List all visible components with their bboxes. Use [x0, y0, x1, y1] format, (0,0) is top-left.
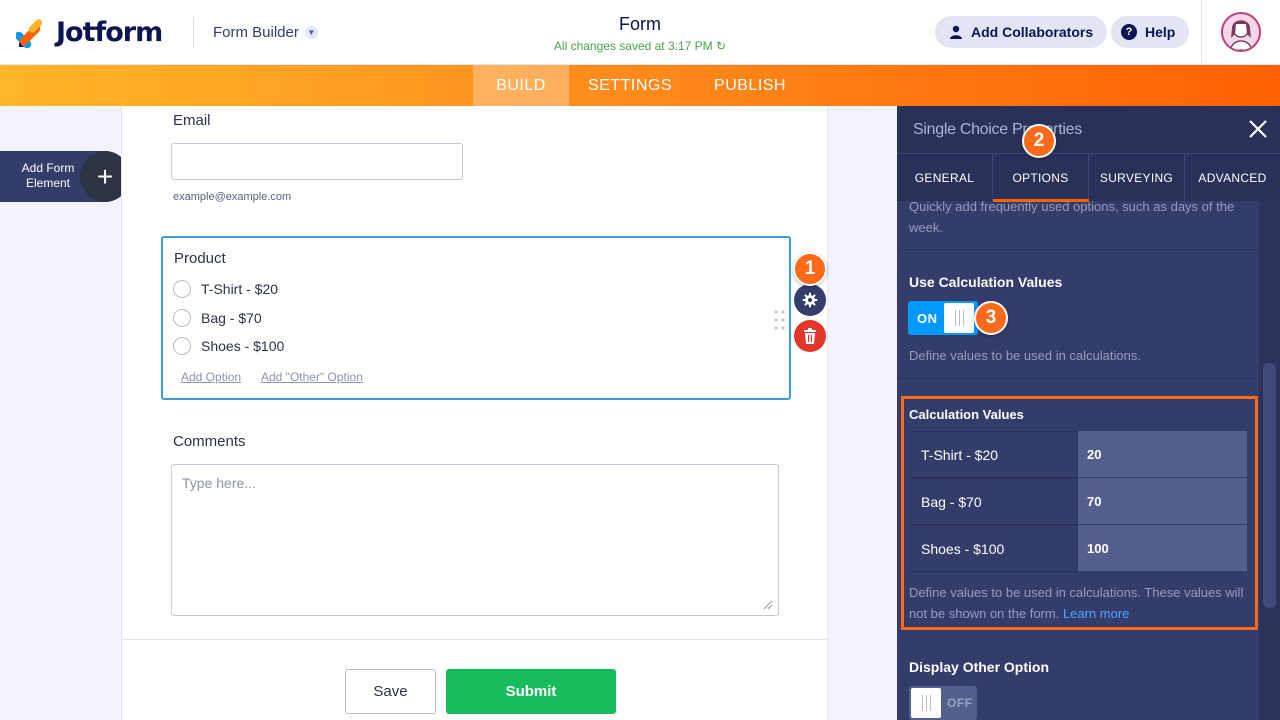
close-icon[interactable]: [1247, 118, 1269, 140]
option-label: Bag - $70: [201, 310, 262, 326]
form-canvas: Email example@example.com Product T-Shir…: [121, 106, 828, 720]
avatar[interactable]: [1221, 12, 1261, 52]
refresh-icon: ↻: [716, 39, 727, 53]
add-form-element-button[interactable]: Add Form Element +: [0, 151, 130, 202]
calc-value-input[interactable]: 20: [1078, 431, 1247, 478]
comments-textarea[interactable]: Type here...: [171, 464, 779, 616]
radio-button[interactable]: [173, 280, 191, 298]
question-icon: ?: [1121, 24, 1137, 40]
panel-title: Single Choice Properties: [913, 121, 1082, 138]
panel-tabs: GENERAL OPTIONS SURVEYING ADVANCED: [897, 153, 1280, 202]
tab-options[interactable]: OPTIONS: [993, 154, 1089, 202]
panel-header: Single Choice Properties: [897, 106, 1280, 153]
option-label: T-Shirt - $20: [201, 281, 279, 297]
save-status-text: All changes saved at 3:17 PM: [553, 39, 713, 53]
gear-icon: [802, 292, 818, 308]
header-divider-right: [1201, 0, 1202, 65]
trash-icon: [804, 328, 816, 344]
product-label[interactable]: Product: [174, 250, 226, 267]
toggle-knob: [944, 303, 974, 333]
tab-settings[interactable]: SETTINGS: [573, 65, 687, 106]
app-header: Jotform Form Builder ▼ Form All changes …: [0, 0, 1280, 65]
tab-publish[interactable]: PUBLISH: [700, 65, 800, 106]
table-row: T-Shirt - $20 20: [910, 431, 1247, 478]
step-badge-3: 3: [974, 301, 1008, 335]
table-row: Bag - $70 70: [910, 478, 1247, 525]
table-row: Shoes - $100 100: [910, 525, 1247, 572]
calc-value-input[interactable]: 100: [1078, 525, 1247, 572]
option-label: Shoes - $100: [201, 338, 285, 354]
calc-option-label: Bag - $70: [910, 478, 1078, 525]
toggle-knob: [911, 688, 941, 718]
display-other-option-heading: Display Other Option: [909, 659, 1050, 675]
add-other-option-link[interactable]: Add "Other" Option: [261, 370, 363, 384]
panel-scrollbar[interactable]: [1259, 201, 1280, 720]
step-badge-2: 2: [1022, 124, 1056, 158]
tab-advanced[interactable]: ADVANCED: [1185, 154, 1280, 202]
use-calculation-values-toggle[interactable]: ON: [908, 301, 978, 335]
builder-navbar: BUILD SETTINGS PUBLISH: [0, 65, 1280, 106]
save-button[interactable]: Save: [345, 669, 436, 714]
delete-field-button[interactable]: [794, 320, 826, 352]
tab-build[interactable]: BUILD: [473, 65, 569, 106]
option-row[interactable]: Shoes - $100: [173, 337, 284, 355]
add-form-element-label: Add Form Element: [21, 161, 75, 190]
scrollbar-thumb[interactable]: [1263, 363, 1276, 608]
submit-button[interactable]: Submit: [446, 669, 616, 714]
add-collaborators-label: Add Collaborators: [971, 24, 1094, 40]
help-label: Help: [1145, 24, 1176, 40]
toggle-off-label: OFF: [947, 696, 973, 710]
use-calculation-values-heading: Use Calculation Values: [909, 274, 1063, 290]
add-collaborators-button[interactable]: Add Collaborators: [935, 16, 1108, 48]
user-icon: [949, 25, 963, 39]
calc-value-input[interactable]: 70: [1078, 478, 1247, 525]
panel-divider: [897, 378, 1259, 379]
add-option-link[interactable]: Add Option: [181, 370, 241, 384]
calculation-values-table: T-Shirt - $20 20 Bag - $70 70 Shoes - $1…: [910, 431, 1247, 573]
calc-option-label: T-Shirt - $20: [910, 431, 1078, 478]
field-properties-button[interactable]: [794, 284, 826, 316]
step-badge-1: 1: [793, 252, 827, 286]
toggle-on-label: ON: [917, 311, 938, 326]
product-field-selected[interactable]: Product T-Shirt - $20 Bag - $70 Shoes - …: [161, 236, 791, 400]
use-calculation-values-desc: Define values to be used in calculations…: [909, 348, 1141, 363]
radio-button[interactable]: [173, 337, 191, 355]
predefined-options-hint: Quickly add frequently used options, suc…: [909, 199, 1235, 235]
calculation-values-section: Calculation Values T-Shirt - $20 20 Bag …: [901, 396, 1258, 630]
tab-surveying[interactable]: SURVEYING: [1089, 154, 1185, 202]
resize-handle-icon[interactable]: [763, 600, 773, 610]
comments-label[interactable]: Comments: [173, 433, 246, 450]
radio-button[interactable]: [173, 309, 191, 327]
panel-divider: [897, 249, 1259, 250]
properties-panel: Single Choice Properties GENERAL OPTIONS…: [897, 106, 1280, 720]
canvas-divider: [122, 639, 827, 640]
calculation-values-desc: Define values to be used in calculations…: [909, 582, 1249, 624]
email-sublabel: example@example.com: [173, 191, 292, 203]
option-row[interactable]: T-Shirt - $20: [173, 280, 278, 298]
calculation-values-heading: Calculation Values: [909, 407, 1024, 422]
option-row[interactable]: Bag - $70: [173, 309, 262, 327]
display-other-option-toggle[interactable]: OFF: [909, 686, 977, 720]
drag-handle-icon[interactable]: [774, 310, 786, 330]
learn-more-link[interactable]: Learn more: [1063, 606, 1129, 621]
help-button[interactable]: ? Help: [1111, 16, 1190, 48]
calc-option-label: Shoes - $100: [910, 525, 1078, 572]
tab-general[interactable]: GENERAL: [897, 154, 993, 202]
email-field[interactable]: [171, 143, 463, 180]
email-label[interactable]: Email: [173, 112, 211, 129]
